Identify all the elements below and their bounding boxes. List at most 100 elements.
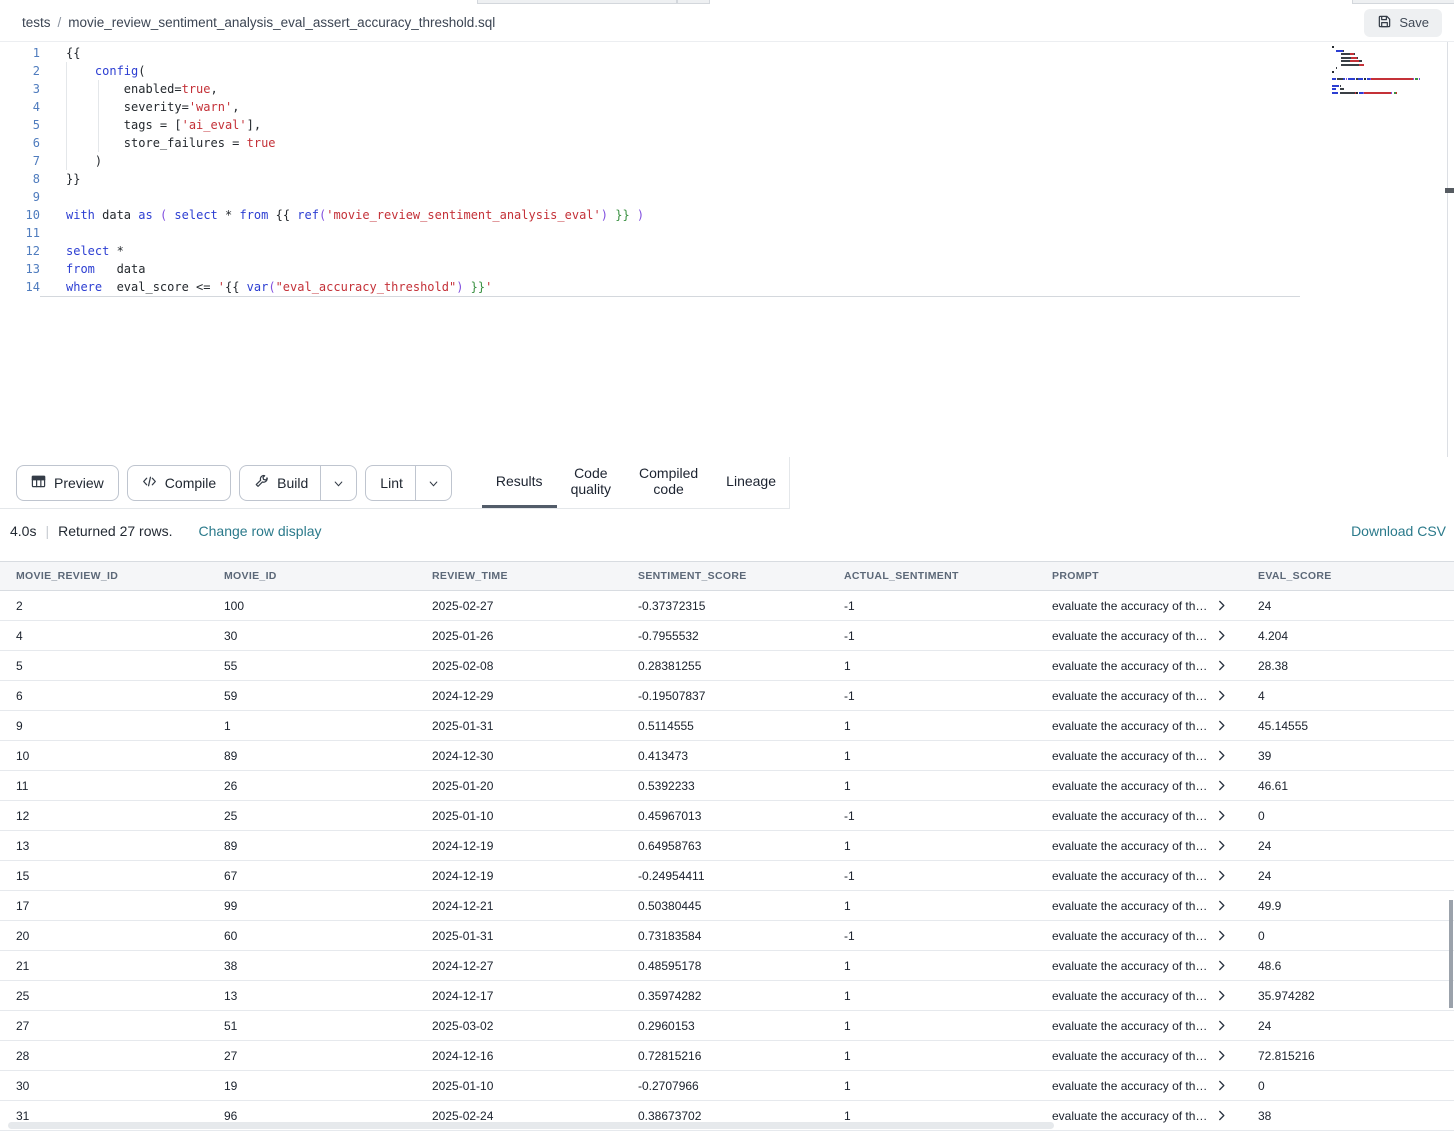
code-line[interactable]: 12select *: [0, 242, 1454, 260]
editor-minimap[interactable]: [1332, 46, 1436, 95]
chevron-right-icon[interactable]: [1218, 720, 1226, 731]
line-number: 7: [0, 152, 40, 170]
invocation-toolbar: Preview Compile Build: [0, 457, 790, 509]
cell-movie_review_id: 27: [0, 1011, 208, 1041]
chevron-right-icon[interactable]: [1218, 810, 1226, 821]
cell-movie_review_id: 28: [0, 1041, 208, 1071]
cell-sentiment_score: -0.2707966: [622, 1071, 828, 1101]
code-line[interactable]: 6 store_failures = true: [0, 134, 1454, 152]
breadcrumb-filename: movie_review_sentiment_analysis_eval_ass…: [68, 15, 495, 30]
code-line[interactable]: 8}}: [0, 170, 1454, 188]
cell-movie_id: 27: [208, 1041, 416, 1071]
chevron-right-icon[interactable]: [1218, 1080, 1226, 1091]
code-line[interactable]: 1{{: [0, 44, 1454, 62]
cell-review_time: 2024-12-17: [416, 981, 622, 1011]
cell-sentiment_score: 0.28381255: [622, 651, 828, 681]
minimap-line: [1332, 60, 1436, 62]
line-number: 11: [0, 224, 40, 242]
chevron-right-icon[interactable]: [1218, 840, 1226, 851]
code-line[interactable]: 7 ): [0, 152, 1454, 170]
chevron-right-icon[interactable]: [1218, 900, 1226, 911]
code-area[interactable]: 1{{2 config(3 enabled=true,4 severity='w…: [0, 42, 1454, 296]
chevron-right-icon[interactable]: [1218, 990, 1226, 1001]
code-line[interactable]: 4 severity='warn',: [0, 98, 1454, 116]
code-line[interactable]: 10with data as ( select * from {{ ref('m…: [0, 206, 1454, 224]
chevron-right-icon[interactable]: [1218, 1020, 1226, 1031]
line-number: 10: [0, 206, 40, 224]
cell-sentiment_score: 0.48595178: [622, 951, 828, 981]
change-row-display-link[interactable]: Change row display: [199, 523, 322, 539]
table-horizontal-scrollbar-thumb[interactable]: [8, 1122, 1054, 1129]
minimap-line: [1332, 71, 1436, 73]
cell-actual_sentiment: 1: [828, 741, 1036, 771]
build-button[interactable]: Build: [239, 465, 320, 501]
chevron-right-icon[interactable]: [1218, 930, 1226, 941]
chevron-right-icon[interactable]: [1218, 630, 1226, 641]
lint-button[interactable]: Lint: [365, 465, 415, 501]
build-dropdown-button[interactable]: [320, 465, 357, 501]
preview-button[interactable]: Preview: [16, 465, 119, 501]
chevron-right-icon[interactable]: [1218, 690, 1226, 701]
table-row: 17992024-12-210.503804451evaluate the ac…: [0, 891, 1454, 921]
minimap-line: [1332, 85, 1436, 87]
tab-code-quality[interactable]: Code quality: [557, 457, 625, 508]
table-row: 15672024-12-19-0.24954411-1evaluate the …: [0, 861, 1454, 891]
cell-sentiment_score: -0.7955532: [622, 621, 828, 651]
prompt-cell: evaluate the accuracy of the res…: [1036, 981, 1242, 1011]
editor-scrollbar-thumb[interactable]: [1445, 188, 1454, 193]
line-number: 5: [0, 116, 40, 134]
lint-dropdown-button[interactable]: [415, 465, 452, 501]
file-tab-fragment[interactable]: [677, 0, 710, 4]
compile-button[interactable]: Compile: [127, 465, 231, 501]
cell-movie_id: 59: [208, 681, 416, 711]
cell-movie_review_id: 4: [0, 621, 208, 651]
cell-actual_sentiment: 1: [828, 651, 1036, 681]
chevron-right-icon[interactable]: [1218, 780, 1226, 791]
code-line[interactable]: 13from data: [0, 260, 1454, 278]
ide-window: tests/movie_review_sentiment_analysis_ev…: [0, 0, 1454, 1134]
cell-movie_id: 25: [208, 801, 416, 831]
line-number: 9: [0, 188, 40, 206]
code-line[interactable]: 9: [0, 188, 1454, 206]
prompt-text: evaluate the accuracy of the res…: [1052, 869, 1211, 883]
tab-results[interactable]: Results: [482, 457, 557, 508]
code-line[interactable]: 3 enabled=true,: [0, 80, 1454, 98]
cell-movie_id: 55: [208, 651, 416, 681]
code-line[interactable]: 2 config(: [0, 62, 1454, 80]
cell-movie_id: 30: [208, 621, 416, 651]
cell-eval_score: 39: [1242, 741, 1454, 771]
line-number: 8: [0, 170, 40, 188]
chevron-right-icon[interactable]: [1218, 600, 1226, 611]
chevron-right-icon[interactable]: [1218, 1110, 1226, 1121]
tab-compiled-code[interactable]: Compiled code: [625, 457, 712, 508]
file-tab-fragment[interactable]: [477, 0, 677, 4]
chevron-right-icon[interactable]: [1218, 750, 1226, 761]
cell-sentiment_score: -0.24954411: [622, 861, 828, 891]
chevron-right-icon[interactable]: [1218, 1050, 1226, 1061]
prompt-text: evaluate the accuracy of the res…: [1052, 689, 1211, 703]
column-header-movie_id: MOVIE_ID: [208, 562, 416, 591]
code-line[interactable]: 5 tags = ['ai_eval'],: [0, 116, 1454, 134]
table-vertical-scrollbar-thumb[interactable]: [1449, 900, 1453, 1008]
chevron-right-icon[interactable]: [1218, 960, 1226, 971]
code-line[interactable]: 11: [0, 224, 1454, 242]
code-editor[interactable]: 1{{2 config(3 enabled=true,4 severity='w…: [0, 42, 1454, 457]
code-line[interactable]: 14where eval_score <= '{{ var("eval_accu…: [0, 278, 1454, 296]
minimap-line: [1332, 46, 1436, 48]
file-tab-fragment[interactable]: [1352, 0, 1454, 4]
cell-review_time: 2024-12-29: [416, 681, 622, 711]
cell-movie_review_id: 20: [0, 921, 208, 951]
cell-actual_sentiment: 1: [828, 1071, 1036, 1101]
download-csv-link[interactable]: Download CSV: [1351, 523, 1446, 539]
save-button[interactable]: Save: [1364, 9, 1442, 37]
prompt-cell: evaluate the accuracy of the res…: [1036, 951, 1242, 981]
prompt-cell: evaluate the accuracy of the res…: [1036, 801, 1242, 831]
cell-movie_id: 51: [208, 1011, 416, 1041]
cell-review_time: 2024-12-19: [416, 831, 622, 861]
chevron-right-icon[interactable]: [1218, 660, 1226, 671]
toolbar-row: Preview Compile Build: [0, 457, 1454, 509]
results-table: MOVIE_REVIEW_IDMOVIE_IDREVIEW_TIMESENTIM…: [0, 561, 1454, 1131]
tab-lineage[interactable]: Lineage: [712, 457, 790, 508]
chevron-right-icon[interactable]: [1218, 870, 1226, 881]
line-number: 6: [0, 134, 40, 152]
